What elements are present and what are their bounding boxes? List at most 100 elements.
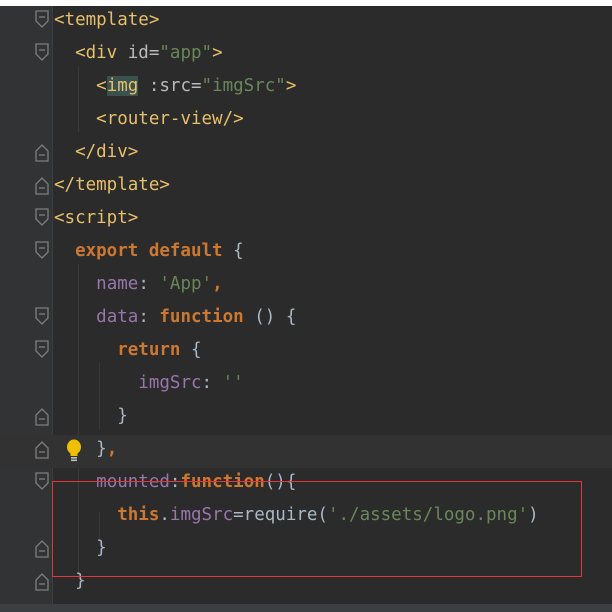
code-token: <div [75, 43, 128, 63]
code-token: , [212, 274, 223, 294]
fold-expand-marker-icon[interactable] [34, 307, 50, 327]
code-token: : [138, 274, 160, 294]
code-token: . [159, 505, 170, 525]
code-token: } [75, 571, 86, 591]
fold-end-marker-icon[interactable] [34, 406, 50, 426]
code-token: "imgSrc" [201, 76, 286, 96]
code-line[interactable]: imgSrc: '' [0, 369, 612, 402]
code-text[interactable]: } [54, 534, 107, 567]
code-text[interactable]: this.imgSrc=require('./assets/logo.png') [54, 501, 538, 534]
code-token: </template> [54, 175, 170, 195]
fold-expand-marker-icon[interactable] [34, 208, 50, 228]
code-line[interactable]: <img :src="imgSrc"> [0, 72, 612, 105]
code-token: this [117, 505, 160, 525]
horizontal-scrollbar[interactable] [0, 604, 612, 612]
fold-end-marker-icon[interactable] [34, 538, 50, 558]
code-token: { [222, 241, 244, 261]
fold-expand-marker-icon[interactable] [34, 241, 50, 261]
fold-end-marker-icon[interactable] [34, 142, 50, 162]
code-line[interactable]: </template> [0, 171, 612, 204]
code-token: : [138, 307, 160, 327]
code-token: function [159, 307, 244, 327]
code-token: } [117, 406, 128, 426]
code-token: () { [243, 307, 297, 327]
code-line[interactable]: name: 'App', [0, 270, 612, 303]
code-text[interactable]: mounted:function(){ [54, 468, 296, 501]
code-line[interactable]: return { [0, 336, 612, 369]
code-line[interactable]: <script> [0, 204, 612, 237]
fold-end-marker-icon[interactable] [34, 571, 50, 591]
code-token: img [106, 76, 139, 96]
code-token: function [180, 472, 265, 492]
code-token: </div> [75, 142, 139, 162]
code-line[interactable]: } [0, 567, 612, 600]
code-text[interactable]: } [54, 567, 86, 600]
code-text[interactable]: <router-view/> [54, 105, 244, 138]
code-token: imgSrc [138, 373, 202, 393]
code-token: } [96, 538, 107, 558]
fold-expand-marker-icon[interactable] [34, 340, 50, 360]
code-token: > [212, 43, 223, 63]
code-text[interactable]: imgSrc: '' [54, 369, 244, 402]
code-token: 'App' [159, 274, 213, 294]
code-token: id= [127, 43, 160, 63]
code-line[interactable]: mounted:function(){ [0, 468, 612, 501]
code-token: =require( [233, 505, 328, 525]
code-token: '' [222, 373, 244, 393]
code-token: export default [75, 241, 223, 261]
code-line[interactable]: export default { [0, 237, 612, 270]
code-token: name [96, 274, 139, 294]
code-line[interactable]: } [0, 534, 612, 567]
code-token: :src= [138, 76, 202, 96]
code-line[interactable]: <template> [0, 6, 612, 39]
fold-expand-marker-icon[interactable] [34, 10, 50, 30]
code-token: imgSrc [169, 505, 234, 525]
code-token: < [96, 76, 107, 96]
code-token: mounted [96, 472, 170, 492]
code-token: <script> [54, 208, 139, 228]
code-token: } [96, 439, 107, 459]
code-token: : [169, 472, 181, 492]
code-line[interactable]: data: function () { [0, 303, 612, 336]
code-token: , [106, 439, 118, 459]
code-text[interactable]: export default { [54, 237, 244, 270]
code-line[interactable]: } [0, 402, 612, 435]
code-line[interactable]: }, [0, 435, 612, 468]
fold-end-marker-icon[interactable] [34, 175, 50, 195]
code-editor[interactable]: <template> <div id="app"> <img :src="img… [0, 6, 612, 612]
code-text[interactable]: <img :src="imgSrc"> [54, 72, 296, 105]
code-text[interactable]: <div id="app"> [54, 39, 223, 72]
fold-expand-marker-icon[interactable] [34, 43, 50, 63]
code-token: "app" [159, 43, 213, 63]
code-line[interactable]: </div> [0, 138, 612, 171]
code-text[interactable]: return { [54, 336, 201, 369]
code-text[interactable]: } [54, 402, 128, 435]
code-text[interactable]: <script> [54, 204, 138, 237]
code-token: > [285, 76, 297, 96]
fold-expand-marker-icon[interactable] [34, 472, 50, 492]
code-line[interactable]: <router-view/> [0, 105, 612, 138]
code-text[interactable]: </template> [54, 171, 170, 204]
code-token: './assets/logo.png' [327, 505, 529, 525]
lightbulb-icon[interactable] [64, 438, 84, 464]
code-line[interactable]: this.imgSrc=require('./assets/logo.png') [0, 501, 612, 534]
code-token: (){ [264, 472, 297, 492]
code-text[interactable]: name: 'App', [54, 270, 223, 303]
code-text[interactable]: data: function () { [54, 303, 296, 336]
code-text[interactable]: </div> [54, 138, 138, 171]
code-line[interactable]: <div id="app"> [0, 39, 612, 72]
fold-end-marker-icon[interactable] [34, 439, 50, 459]
code-token: data [96, 307, 139, 327]
code-text[interactable]: <template> [54, 6, 159, 39]
